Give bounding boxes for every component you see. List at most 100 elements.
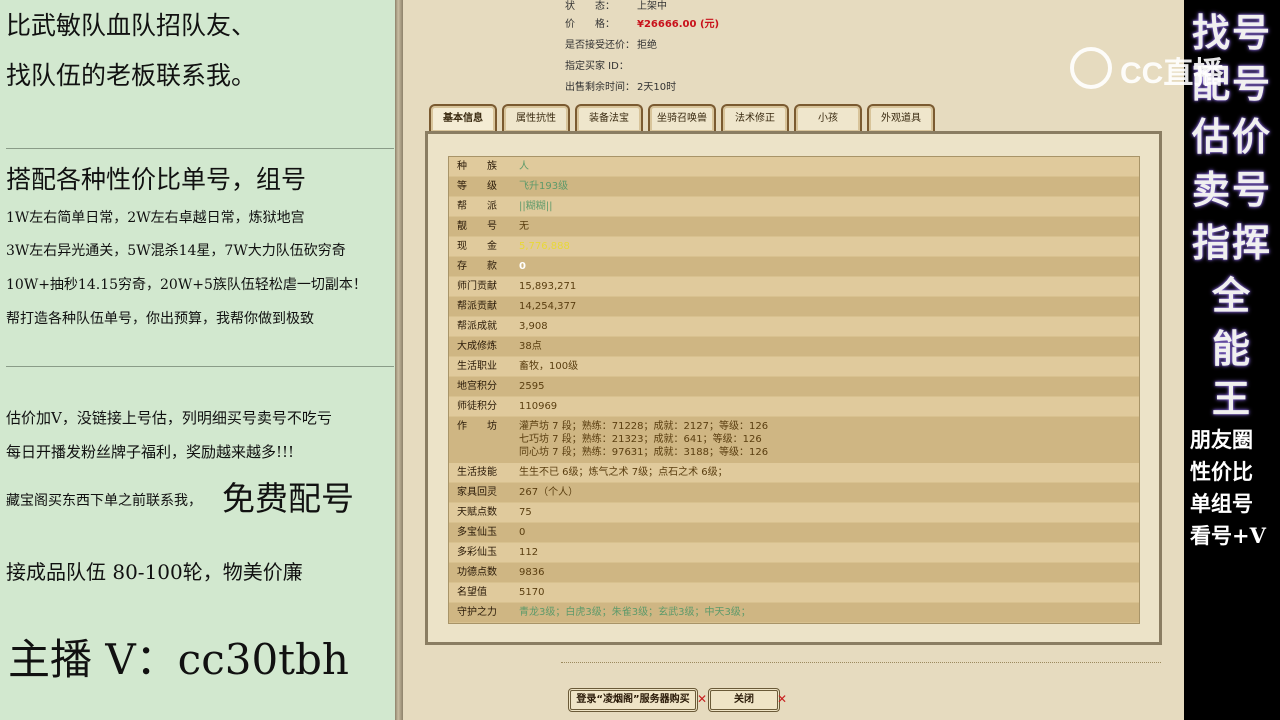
ad-big-text: 卖号 xyxy=(1191,167,1272,212)
table-row: 帮派成就 3,908 xyxy=(449,317,1139,336)
counter-offer-value: 拒绝 xyxy=(637,40,657,51)
row-label: 多宝仙玉 xyxy=(457,527,497,538)
ad-line: 帮打造各种队伍单号，你出预算，我帮你做到极致 xyxy=(6,311,314,327)
row-value: 5,776,888 xyxy=(519,241,570,252)
divider xyxy=(6,366,394,367)
ad-small-text: 朋友圈 xyxy=(1190,427,1253,452)
tab-mounts-pets[interactable]: 坐骑召唤兽 xyxy=(648,104,716,132)
tab-spell-correction[interactable]: 法术修正 xyxy=(721,104,789,132)
table-row: 天赋点数 75 xyxy=(449,503,1139,522)
panel-border xyxy=(395,0,403,720)
row-label: 名望值 xyxy=(457,587,487,598)
ad-line: 10W+抽秒14.15穷奇，20W+5族队伍轻松虐一切副本！ xyxy=(6,277,367,293)
tab-attributes[interactable]: 属性抗性 xyxy=(502,104,570,132)
close-x-icon: ✕ xyxy=(697,692,708,706)
row-label: 存 款 xyxy=(457,261,497,272)
table-row: 师徒积分 110969 xyxy=(449,397,1139,416)
ad-big-text: 王 xyxy=(1211,376,1252,421)
row-label: 现 金 xyxy=(457,241,497,252)
row-value: 无 xyxy=(519,221,529,232)
row-label: 守护之力 xyxy=(457,607,497,618)
ad-line: 接成品队伍 80-100轮，物美价廉 xyxy=(6,560,303,584)
row-value: 15,893,271 xyxy=(519,281,577,292)
table-row: 生活职业 畜牧，100级 xyxy=(449,357,1139,376)
logo-text: CC直播 xyxy=(1120,57,1224,90)
table-row: 生活技能 生生不已 6级；炼气之术 7级；点石之术 6级； xyxy=(449,463,1139,482)
status-value: 上架中 xyxy=(637,1,667,12)
table-row: 名望值 5170 xyxy=(449,583,1139,602)
row-label: 师门贡献 xyxy=(457,281,497,292)
table-row: 等 级 飞升193级 xyxy=(449,177,1139,196)
time-left-label: 出售剩余时间： xyxy=(565,82,635,93)
row-label: 作 坊 xyxy=(457,421,497,432)
table-row: 种 族人 xyxy=(449,157,1139,176)
row-value: 5170 xyxy=(519,587,545,598)
table-row: 功德点数 9836 xyxy=(449,563,1139,582)
ad-big-text: 估价 xyxy=(1191,114,1272,159)
table-row: 多彩仙玉 112 xyxy=(449,543,1139,562)
time-left-value: 2天10时 xyxy=(637,82,677,93)
row-label: 生活职业 xyxy=(457,361,497,372)
tab-children[interactable]: 小孩 xyxy=(794,104,862,132)
tab-equipment[interactable]: 装备法宝 xyxy=(575,104,643,132)
ad-big-text: 指挥 xyxy=(1191,220,1272,265)
counter-offer-label: 是否接受还价： xyxy=(565,40,635,51)
ad-small-text: 性价比 xyxy=(1190,459,1253,484)
tab-basic-info[interactable]: 基本信息 xyxy=(429,104,497,132)
row-value: 267（个人） xyxy=(519,487,579,498)
status-row: 状 态： 上架中 xyxy=(565,0,667,12)
workshop-values: 灌芦坊 7 段；熟练：71228；成就：2127；等级：126 七巧坊 7 段；熟… xyxy=(519,420,768,459)
row-value: 生生不已 6级；炼气之术 7级；点石之术 6级； xyxy=(519,467,728,478)
trade-detail-window: 状 态： 上架中 价 格： ¥26666.00 (元) 是否接受还价： 拒绝 指定买家… xyxy=(403,0,1184,720)
row-label: 师徒积分 xyxy=(457,401,497,412)
table-row: 存 款 0 xyxy=(449,257,1139,276)
close-x-icon: ✕ xyxy=(777,692,788,706)
ad-line: 找队伍的老板联系我。 xyxy=(6,61,257,90)
row-value: ||糊糊|| xyxy=(519,201,553,212)
table-row: 靓 号无 xyxy=(449,217,1139,236)
row-label: 种 族 xyxy=(457,161,497,172)
row-value: 2595 xyxy=(519,381,545,392)
row-value: 112 xyxy=(519,547,539,558)
free-offer-text: 免费配号 xyxy=(222,479,354,518)
row-label: 等 级 xyxy=(457,181,497,192)
tab-appearance[interactable]: 外观道具 xyxy=(867,104,935,132)
row-value: 0 xyxy=(519,261,526,272)
ad-small-text: 单组号 xyxy=(1190,491,1253,516)
table-row: 师门贡献 15,893,271 xyxy=(449,277,1139,296)
workshop-line: 灌芦坊 7 段；熟练：71228；成就：2127；等级：126 xyxy=(519,421,769,432)
left-ad-panel: 比武敏队血队招队友、 找队伍的老板联系我。 搭配各种性价比单号，组号 1W左右简… xyxy=(0,0,395,720)
ad-line: 搭配各种性价比单号，组号 xyxy=(6,165,307,194)
buyer-id-label: 指定买家 ID： xyxy=(565,61,629,72)
streamer-contact: 主播 V：cc30tbh xyxy=(8,635,349,684)
table-row: 家具回灵 267（个人） xyxy=(449,483,1139,502)
row-value: 3,908 xyxy=(519,321,548,332)
ad-small-text: 看号+V xyxy=(1190,523,1266,548)
row-label: 家具回灵 xyxy=(457,487,497,498)
table-row: 帮派贡献 14,254,377 xyxy=(449,297,1139,316)
row-label: 大成修炼 xyxy=(457,341,497,352)
login-buy-button[interactable]: 登录“凌烟阁”服务器购买 xyxy=(568,688,698,712)
row-label: 功德点数 xyxy=(457,567,497,578)
row-value: 38点 xyxy=(519,341,542,352)
row-value: 飞升193级 xyxy=(519,181,569,192)
close-button[interactable]: 关闭 xyxy=(708,688,780,712)
row-value: 14,254,377 xyxy=(519,301,577,312)
counter-offer-row: 是否接受还价： 拒绝 xyxy=(565,36,657,51)
row-label: 生活技能 xyxy=(457,467,497,478)
price-row: 价 格： ¥26666.00 (元) xyxy=(565,15,719,30)
right-ad-panel: 找号 配号 估价 卖号 指挥 全 能 王 朋友圈 性价比 单组号 看号+V xyxy=(1184,0,1280,720)
table-row: 多宝仙玉 0 xyxy=(449,523,1139,542)
row-label: 帮 派 xyxy=(457,201,497,212)
ad-line: 1W左右简单日常，2W左右卓越日常，炼狱地宫 xyxy=(6,210,305,226)
cc-live-logo: CC直播 xyxy=(1070,44,1240,94)
ad-line: 估价加V，没链接上号估，列明细买号卖号不吃亏 xyxy=(6,409,332,427)
row-label: 靓 号 xyxy=(457,221,497,232)
table-row: 大成修炼 38点 xyxy=(449,337,1139,356)
ad-line: 藏宝阁买东西下单之前联系我， xyxy=(6,493,202,509)
table-row: 现 金 5,776,888 xyxy=(449,237,1139,256)
buyer-id-row: 指定买家 ID： xyxy=(565,57,637,72)
status-label: 状 态： xyxy=(565,1,615,12)
table-row: 帮 派 ||糊糊|| xyxy=(449,197,1139,216)
row-value: 0 xyxy=(519,527,526,538)
